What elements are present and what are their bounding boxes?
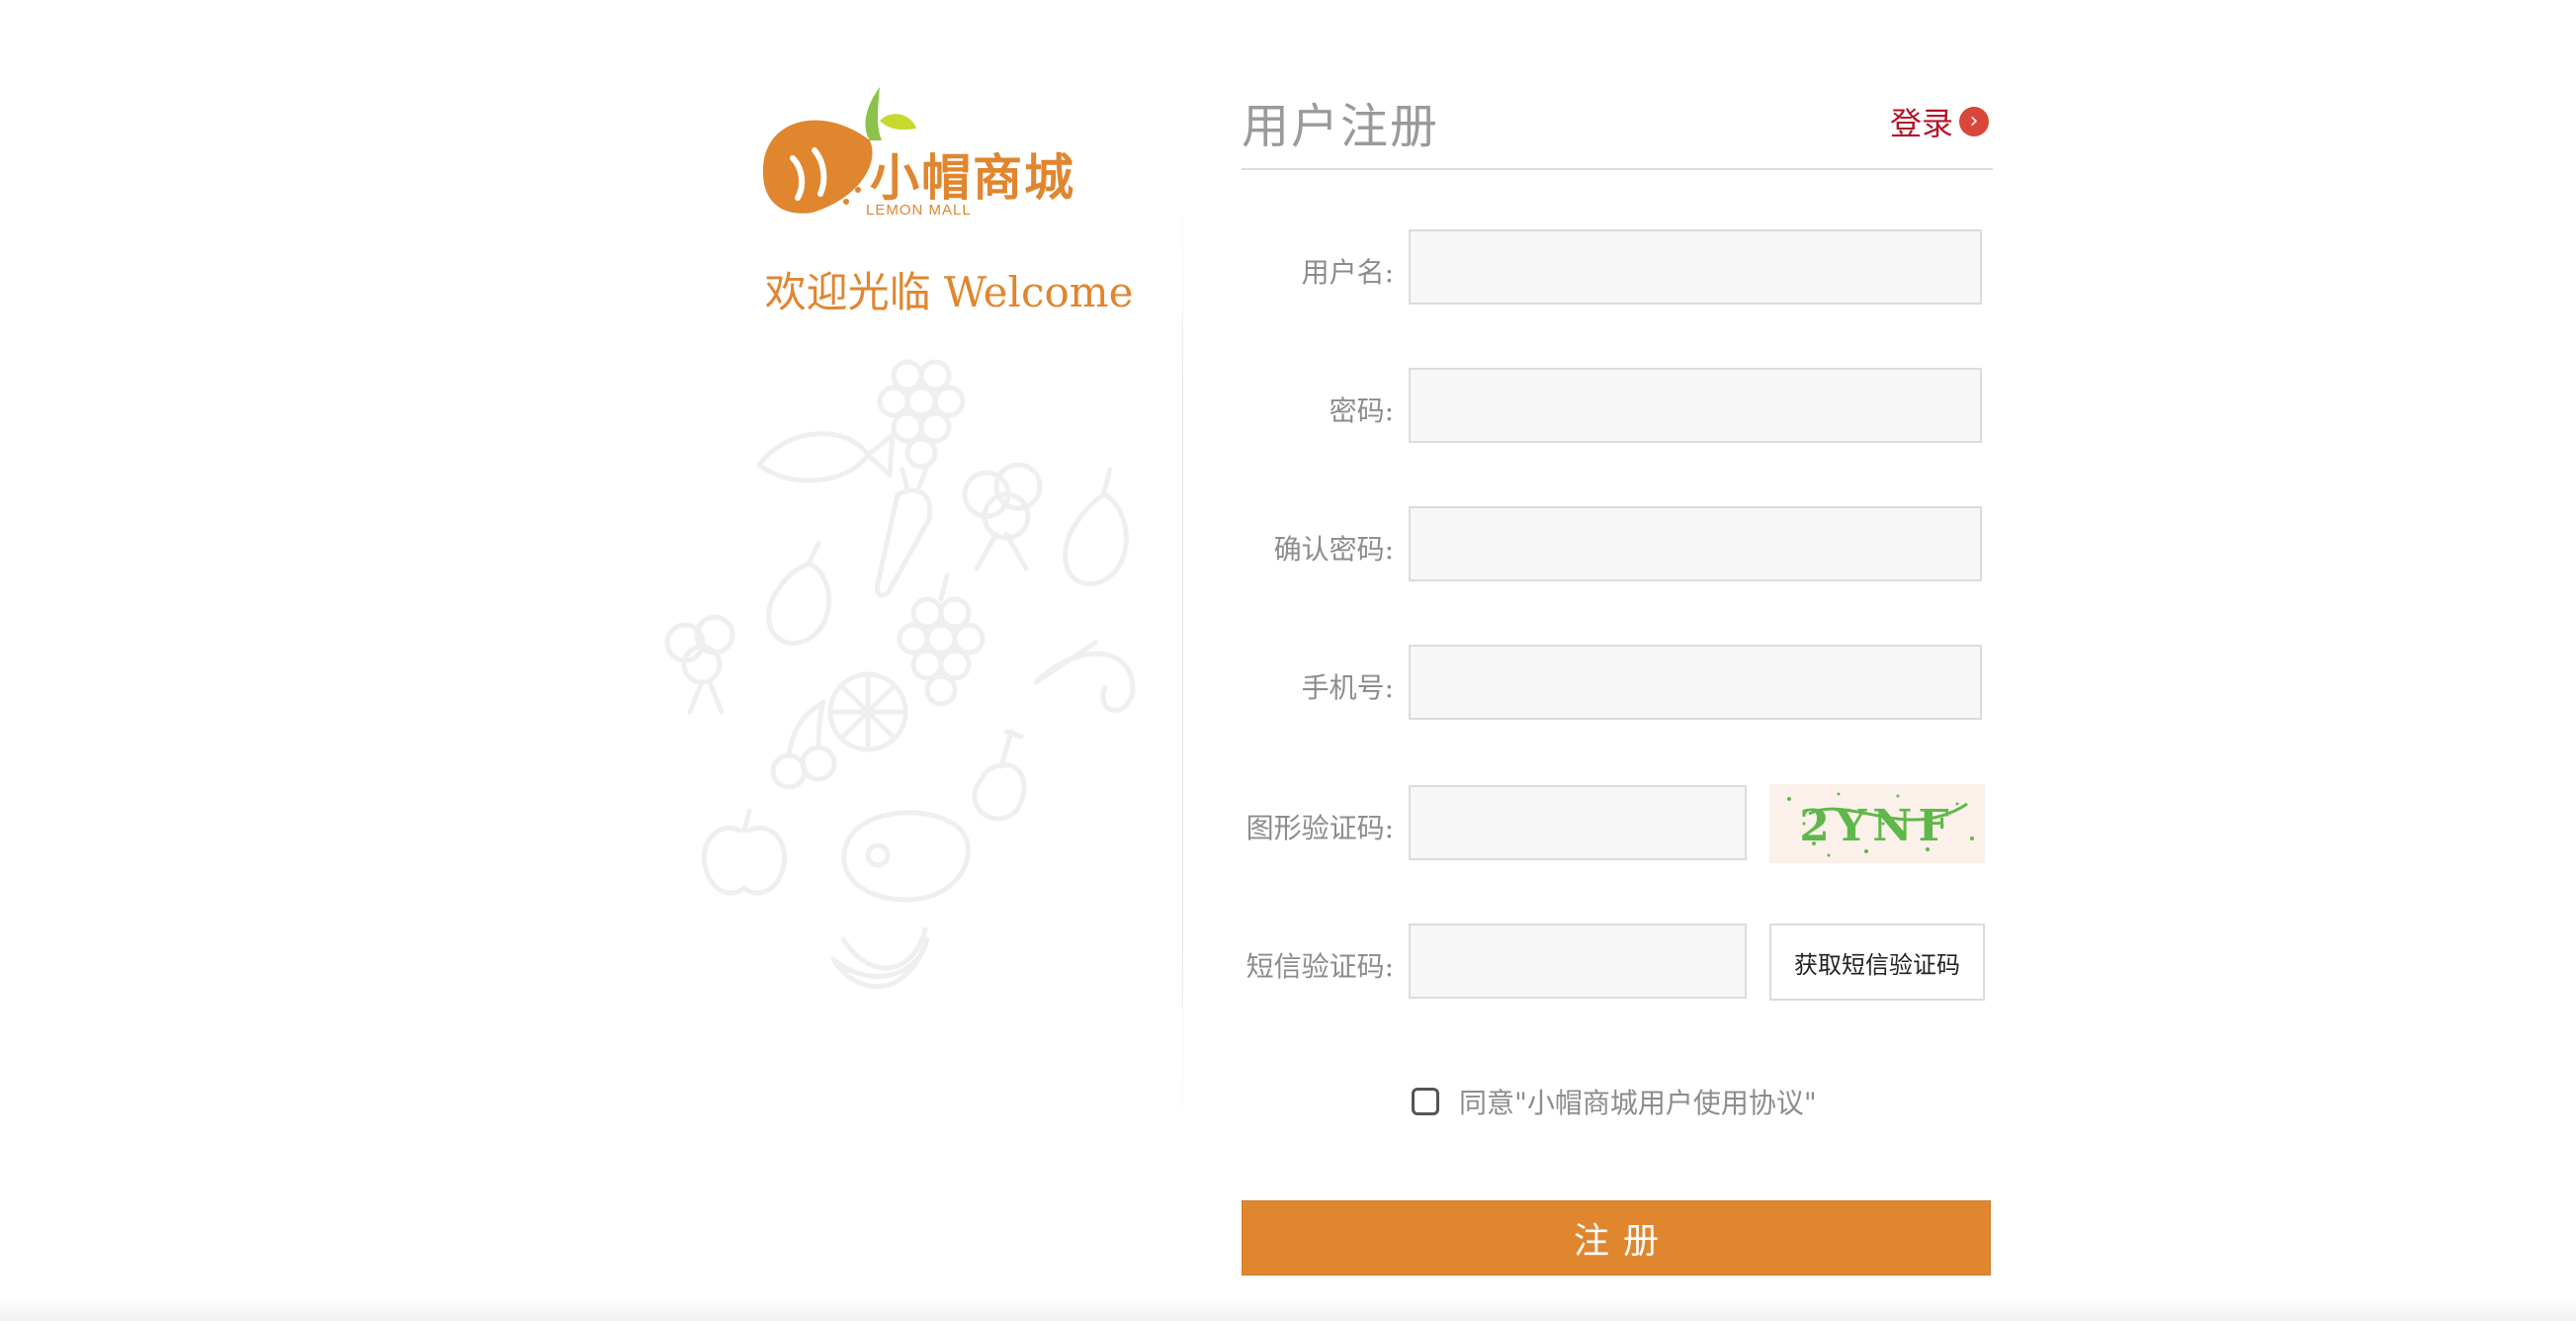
captcha-image[interactable]: 2YNF <box>1769 784 1985 863</box>
login-link[interactable]: 登录 › <box>1890 99 1989 144</box>
registration-page: 小帽商城 LEMON MALL 欢迎光临 Welcome 用户注册 登录 › 用… <box>0 0 2576 1321</box>
username-label: 用户名: <box>1301 256 1394 289</box>
phone-input[interactable] <box>1409 645 1982 720</box>
produce-illustration-icon <box>664 359 1136 990</box>
chevron-right-circle-icon: › <box>1959 107 1989 136</box>
brand-subtitle: LEMON MALL <box>866 202 972 219</box>
password-input[interactable] <box>1409 368 1982 443</box>
brand-logo: 小帽商城 LEMON MALL <box>753 79 1094 227</box>
captcha-graphic: 2YNF <box>1787 792 1974 857</box>
panel-divider <box>1182 198 1183 1127</box>
username-input[interactable] <box>1409 229 1982 305</box>
password-label: 密码: <box>1329 395 1394 427</box>
confirm-password-input[interactable] <box>1409 506 1982 581</box>
captcha-text: 2YNF <box>1799 801 1954 851</box>
register-button[interactable]: 注册 <box>1242 1200 1991 1276</box>
brand-name: 小帽商城 <box>870 149 1075 207</box>
agreement-checkbox[interactable] <box>1412 1088 1439 1115</box>
agreement-row: 同意"小帽商城用户使用协议" <box>1412 1082 1817 1121</box>
sms-code-label: 短信验证码: <box>1245 950 1394 983</box>
sms-code-input[interactable] <box>1409 924 1747 999</box>
phone-label: 手机号: <box>1301 671 1394 704</box>
welcome-text: 欢迎光临 Welcome <box>764 268 1134 316</box>
get-sms-code-button[interactable]: 获取短信验证码 <box>1769 924 1985 1001</box>
login-label: 登录 <box>1889 105 1953 142</box>
image-captcha-input[interactable] <box>1409 785 1747 860</box>
agreement-text[interactable]: 同意"小帽商城用户使用协议" <box>1459 1082 1817 1121</box>
confirm-password-label: 确认密码: <box>1273 533 1394 566</box>
page-title: 用户注册 <box>1242 99 1440 154</box>
bottom-shade <box>0 1297 2576 1321</box>
image-captcha-label: 图形验证码: <box>1245 812 1394 844</box>
form-header: 用户注册 登录 › <box>1242 79 1993 170</box>
